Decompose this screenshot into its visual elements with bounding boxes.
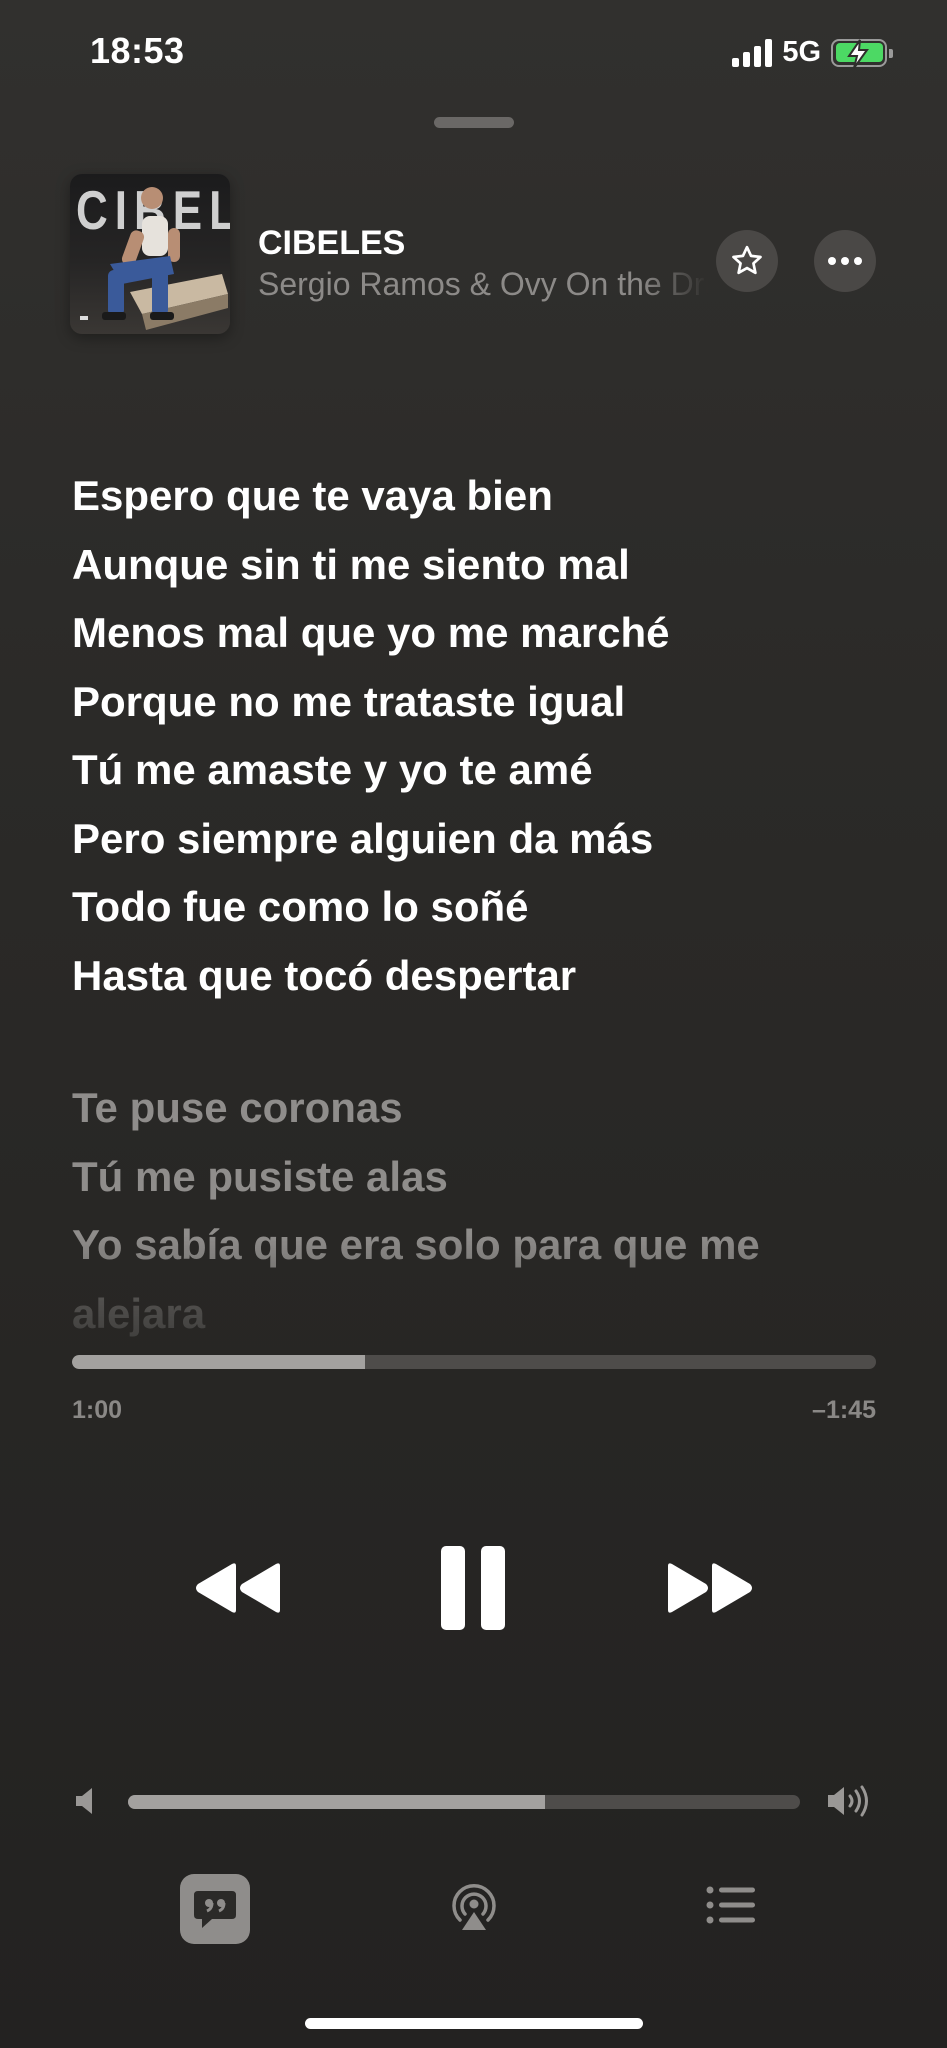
lyric-line[interactable]: Tú me pusiste alas (72, 1143, 852, 1212)
charging-bolt-icon (847, 38, 869, 69)
rewind-button[interactable] (188, 1550, 288, 1626)
lyric-line[interactable]: Porque no me trataste igual (72, 668, 872, 737)
volume-level-fill (128, 1795, 545, 1809)
network-type: 5G (782, 36, 821, 68)
pause-icon (441, 1546, 505, 1630)
status-icons: 5G (732, 36, 893, 69)
fast-forward-button[interactable] (660, 1550, 760, 1626)
volume-slider[interactable] (128, 1795, 800, 1809)
lyrics-current-block[interactable]: Espero que te vaya bien Aunque sin ti me… (72, 462, 872, 1010)
lyrics-next-block[interactable]: Te puse coronas Tú me pusiste alas Yo sa… (72, 1074, 852, 1342)
lyric-line[interactable]: Hasta que tocó despertar (72, 942, 872, 1011)
speaker-high-icon (828, 1785, 868, 1817)
lyric-line[interactable]: alejara (72, 1286, 852, 1342)
pause-button[interactable] (430, 1540, 516, 1636)
more-options-button[interactable] (814, 230, 876, 292)
lyric-line[interactable]: Pero siempre alguien da más (72, 805, 872, 874)
playback-scrubber[interactable] (72, 1355, 876, 1369)
speaker-low-icon (76, 1788, 92, 1814)
ellipsis-icon (828, 257, 862, 265)
lyric-line[interactable]: Aunque sin ti me siento mal (72, 531, 872, 600)
remaining-time: –1:45 (812, 1396, 876, 1424)
elapsed-time: 1:00 (72, 1396, 123, 1424)
album-artwork[interactable]: CIBELES (70, 174, 230, 334)
favorite-button[interactable] (716, 230, 778, 292)
star-icon (732, 245, 762, 275)
lyric-line[interactable]: Yo sabía que era solo para que me (72, 1211, 852, 1280)
lyrics-toggle-button[interactable] (180, 1874, 250, 1944)
rewind-icon (196, 1563, 280, 1613)
lyric-line[interactable]: Tú me amaste y yo te amé (72, 736, 872, 805)
track-title: CIBELES (258, 224, 406, 262)
artwork-figure (80, 187, 228, 330)
queue-button[interactable] (706, 1886, 756, 1929)
battery-icon (831, 38, 893, 69)
sheet-grabber[interactable] (434, 117, 514, 128)
lyric-line[interactable]: Espero que te vaya bien (72, 462, 872, 531)
lyrics-quote-icon (194, 1891, 236, 1928)
track-artist[interactable]: Sergio Ramos & Ovy On the Drums (258, 266, 708, 303)
volume-high-button[interactable] (826, 1784, 870, 1823)
cellular-signal-icon (732, 38, 773, 67)
volume-low-button[interactable] (74, 1786, 100, 1821)
airplay-button[interactable] (446, 1880, 502, 1941)
now-playing-screen: { "status_bar": { "time": "18:53", "netw… (0, 0, 947, 2048)
lyric-line[interactable]: Menos mal que yo me marché (72, 599, 872, 668)
airplay-icon (452, 1883, 496, 1930)
lyric-line[interactable]: Te puse coronas (72, 1074, 852, 1143)
lyric-line[interactable]: Todo fue como lo soñé (72, 873, 872, 942)
status-time: 18:53 (90, 30, 185, 71)
list-icon (706, 1886, 755, 1924)
playback-progress-fill (72, 1355, 365, 1369)
home-indicator[interactable] (305, 2018, 643, 2029)
fast-forward-icon (668, 1563, 752, 1613)
